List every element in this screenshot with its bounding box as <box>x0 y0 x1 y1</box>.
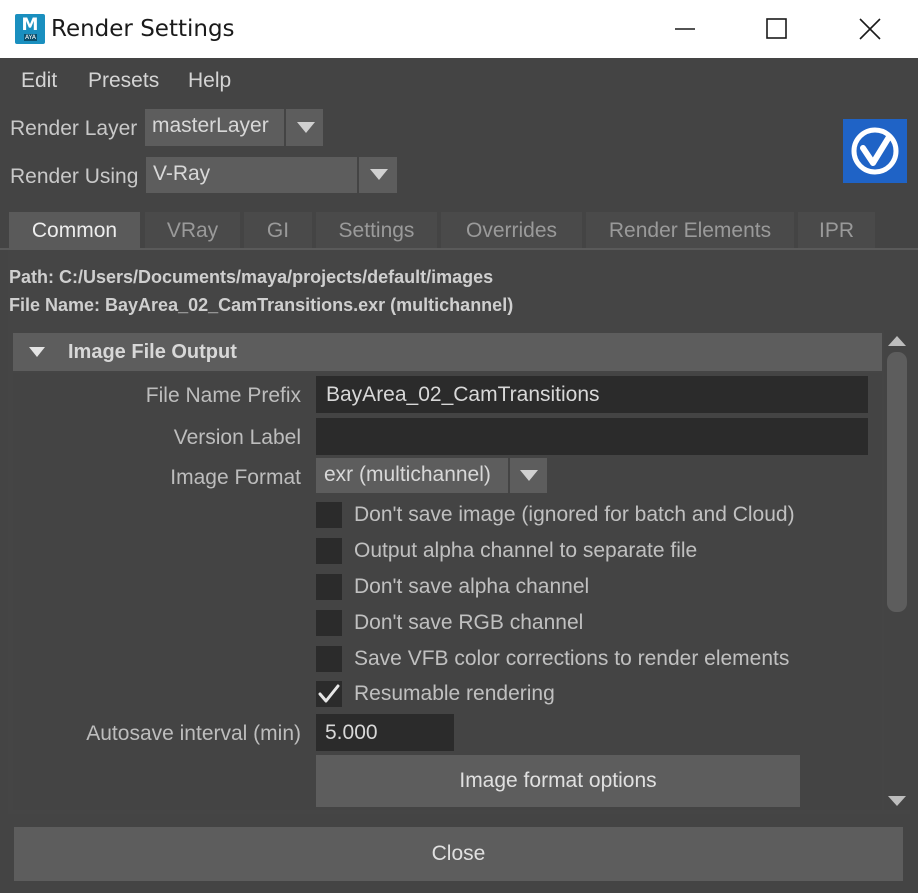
menu-bar: Edit Presets Help <box>0 58 918 102</box>
section-title: Image File Output <box>68 341 237 363</box>
maya-app-icon: M AYA <box>15 14 45 44</box>
file-name-prefix-field[interactable]: BayArea_02_CamTransitions <box>316 376 868 413</box>
menu-presets[interactable]: Presets <box>88 69 159 93</box>
minimize-button[interactable] <box>638 0 732 58</box>
image-format-label: Image Format <box>170 466 301 489</box>
scroll-up-arrow-icon[interactable] <box>888 336 906 346</box>
version-label-label: Version Label <box>173 426 301 449</box>
scroll-thumb[interactable] <box>887 352 907 612</box>
output-alpha-separate-label: Output alpha channel to separate file <box>354 539 698 562</box>
menu-help[interactable]: Help <box>188 69 231 93</box>
tab-render-elements[interactable]: Render Elements <box>586 212 794 250</box>
image-file-output-header[interactable]: Image File Output <box>13 333 882 371</box>
autosave-interval-value: 5.000 <box>325 721 378 744</box>
dont-save-rgb-label: Don't save RGB channel <box>354 611 584 634</box>
checkmark-icon <box>318 684 340 703</box>
render-layer-value: masterLayer <box>152 114 269 137</box>
minimize-icon <box>675 28 695 30</box>
close-window-button[interactable] <box>823 0 917 58</box>
close-button[interactable]: Close <box>14 827 903 881</box>
tab-common[interactable]: Common <box>9 212 140 250</box>
close-icon <box>859 18 881 40</box>
collapse-triangle-icon <box>29 347 45 357</box>
image-format-options-button[interactable]: Image format options <box>316 755 800 807</box>
save-vfb-corrections-label: Save VFB color corrections to render ele… <box>354 647 790 670</box>
dont-save-alpha-label: Don't save alpha channel <box>354 575 590 598</box>
render-using-dropdown[interactable]: V-Ray <box>146 157 397 193</box>
chevron-down-icon <box>520 470 538 481</box>
tab-overrides[interactable]: Overrides <box>441 212 582 250</box>
tab-bar: Common VRay GI Settings Overrides Render… <box>0 212 918 250</box>
output-path: Path: C:/Users/Documents/maya/projects/d… <box>9 267 494 287</box>
dont-save-image-label: Don't save image (ignored for batch and … <box>354 503 795 526</box>
app-icon-letter: M <box>21 15 39 35</box>
version-label-field[interactable] <box>316 418 868 455</box>
tab-ipr[interactable]: IPR <box>798 212 875 250</box>
scroll-down-arrow-icon[interactable] <box>888 796 906 806</box>
image-format-dropdown[interactable]: exr (multichannel) <box>316 458 547 493</box>
dont-save-rgb-checkbox[interactable] <box>316 610 342 636</box>
image-format-value: exr (multichannel) <box>324 463 491 486</box>
dont-save-alpha-checkbox[interactable] <box>316 574 342 600</box>
autosave-interval-label: Autosave interval (min) <box>86 722 301 745</box>
file-name-prefix-value: BayArea_02_CamTransitions <box>326 383 600 406</box>
render-using-value: V-Ray <box>153 162 211 185</box>
menu-edit[interactable]: Edit <box>21 69 57 93</box>
maximize-icon <box>766 18 787 39</box>
maximize-button[interactable] <box>730 0 824 58</box>
window-title: Render Settings <box>51 16 235 42</box>
render-layer-label: Render Layer <box>10 117 138 140</box>
tab-vray[interactable]: VRay <box>145 212 240 250</box>
tab-settings[interactable]: Settings <box>316 212 437 250</box>
tab-gi[interactable]: GI <box>244 212 312 250</box>
output-file-name: File Name: BayArea_02_CamTransitions.exr… <box>9 295 514 315</box>
save-vfb-corrections-checkbox[interactable] <box>316 646 342 672</box>
app-icon-sub: AYA <box>24 34 37 41</box>
vray-logo-icon <box>843 119 907 183</box>
chevron-down-icon <box>370 169 388 180</box>
output-alpha-separate-checkbox[interactable] <box>316 538 342 564</box>
render-using-label: Render Using <box>10 165 139 188</box>
resumable-rendering-label: Resumable rendering <box>354 682 555 705</box>
autosave-interval-field[interactable]: 5.000 <box>316 714 454 751</box>
render-layer-dropdown[interactable]: masterLayer <box>145 109 323 146</box>
chevron-down-icon <box>297 122 315 133</box>
title-bar: M AYA Render Settings <box>0 0 918 58</box>
file-name-prefix-label: File Name Prefix <box>145 384 301 407</box>
resumable-rendering-checkbox[interactable] <box>316 681 342 707</box>
dont-save-image-checkbox[interactable] <box>316 502 342 528</box>
